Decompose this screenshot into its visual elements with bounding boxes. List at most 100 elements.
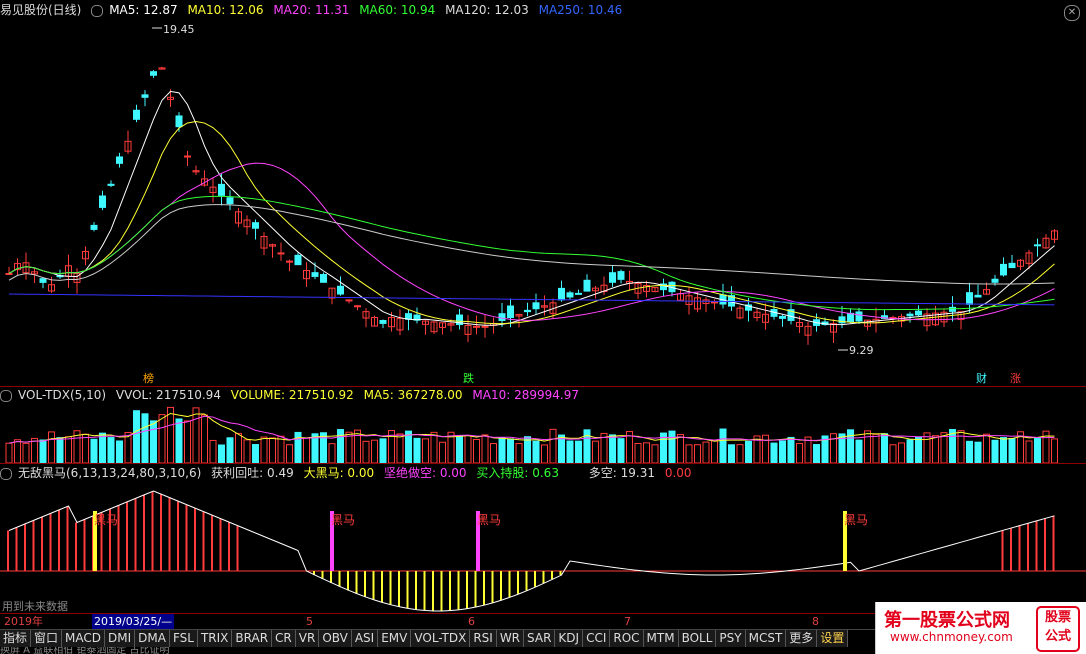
- candle-body: [218, 183, 225, 196]
- ma250-line: [8, 293, 1055, 306]
- tab-14[interactable]: RSI: [470, 630, 497, 647]
- profit-label: 获利回吐: 0.49: [211, 466, 294, 480]
- tab-13[interactable]: VOL-TDX: [411, 630, 471, 647]
- volume-bar: [991, 439, 999, 463]
- volume-bar: [532, 440, 540, 463]
- volume-bar: [813, 444, 820, 463]
- volume-bar: [966, 440, 973, 463]
- marker-bang: 榜: [143, 371, 154, 385]
- candle-body: [5, 272, 13, 275]
- volume-bar: [379, 438, 387, 463]
- tab-24[interactable]: 更多: [786, 630, 818, 647]
- vol-ma10-label: MA10: 289994.97: [472, 388, 579, 402]
- osc-line: [8, 490, 1055, 612]
- candle-body: [320, 274, 327, 283]
- candle-body: [354, 305, 361, 308]
- tab-20[interactable]: MTM: [643, 630, 679, 647]
- marker-cai: 财: [976, 371, 987, 385]
- volume-bar: [983, 433, 990, 463]
- candle-body: [1000, 263, 1007, 276]
- volume-bar: [575, 440, 582, 463]
- tab-11[interactable]: ASI: [351, 630, 379, 647]
- tab-16[interactable]: SAR: [524, 630, 556, 647]
- candle-body: [294, 254, 302, 266]
- volume-bar: [260, 436, 268, 463]
- volume-bar: [192, 407, 200, 463]
- volume-bar: [796, 443, 803, 463]
- volume-bar: [167, 406, 174, 463]
- volume-bar: [779, 440, 786, 463]
- volume-bar: [48, 431, 55, 463]
- low-price-label: 9.29: [849, 344, 874, 357]
- volume-bar: [294, 431, 302, 463]
- volume-bar: [422, 438, 429, 463]
- candle-body: [974, 294, 982, 298]
- volume-bar: [651, 444, 659, 463]
- tab-7[interactable]: BRAR: [232, 630, 273, 647]
- date-month-7: 7: [624, 615, 631, 628]
- tab-19[interactable]: ROC: [610, 630, 644, 647]
- volume-bar: [243, 439, 251, 463]
- candle-body: [1034, 244, 1041, 247]
- volume-bar: [158, 414, 166, 463]
- tab-15[interactable]: WR: [496, 630, 525, 647]
- tab-4[interactable]: DMA: [135, 630, 170, 647]
- tab-22[interactable]: PSY: [716, 630, 746, 647]
- volume-bar: [609, 434, 616, 463]
- tab-9[interactable]: VR: [295, 630, 320, 647]
- candle-body: [1008, 262, 1016, 269]
- candle-body: [575, 292, 582, 295]
- tab-3[interactable]: DMI: [105, 630, 136, 647]
- price-header: 易见股份(日线) MA5: 12.87 MA10: 12.06 MA20: 11…: [0, 2, 628, 18]
- ind-toggle-icon[interactable]: [0, 467, 12, 480]
- tab-0[interactable]: 指标: [0, 630, 32, 647]
- divider: [0, 463, 1086, 464]
- date-selected[interactable]: 2019/03/25/—: [92, 614, 175, 629]
- watermark-title: 第一股票公式网: [884, 610, 1010, 631]
- vol-toggle-icon[interactable]: [0, 389, 12, 402]
- volume-bar: [932, 435, 939, 463]
- ind-name: 无敌黑马(6,13,13,24,80,3,10,6): [18, 466, 202, 480]
- tab-18[interactable]: CCI: [583, 630, 611, 647]
- volume-bar: [685, 444, 693, 463]
- volume-bar: [184, 420, 191, 463]
- volume-bar: [31, 437, 38, 463]
- candle-body: [311, 272, 319, 277]
- tab-2[interactable]: MACD: [62, 630, 106, 647]
- candle-body: [473, 325, 480, 328]
- candle-body: [252, 222, 259, 229]
- tab-10[interactable]: OBV: [319, 630, 352, 647]
- volume-bar: [762, 434, 769, 463]
- tab-8[interactable]: CR: [272, 630, 296, 647]
- tab-21[interactable]: BOLL: [678, 630, 717, 647]
- tab-12[interactable]: EMV: [378, 630, 412, 647]
- candle-body: [617, 271, 625, 280]
- tab-17[interactable]: KDJ: [555, 630, 584, 647]
- watermark-url: www.chnmoney.com: [890, 630, 1013, 644]
- candle-body: [150, 71, 157, 76]
- candle-body: [609, 272, 616, 283]
- candle-body: [498, 313, 506, 321]
- indicator-chart[interactable]: 黑马 黑马 黑马 黑马: [0, 481, 1086, 613]
- tab-6[interactable]: TRIX: [197, 630, 233, 647]
- tab-23[interactable]: MCST: [745, 630, 787, 647]
- volume-bar: [711, 439, 718, 463]
- volume-chart[interactable]: [0, 403, 1086, 463]
- tab-25[interactable]: 设置: [817, 630, 849, 647]
- volume-bar: [175, 418, 183, 463]
- heima-label: 黑马: [94, 513, 118, 527]
- candle-body: [337, 285, 344, 295]
- tab-5[interactable]: FSL: [169, 630, 198, 647]
- stock-name[interactable]: 易见股份(日线): [0, 3, 81, 17]
- volume-bar: [371, 439, 378, 463]
- volume-bar: [90, 438, 98, 463]
- volume-bar: [677, 434, 684, 463]
- tab-1[interactable]: 窗口: [31, 630, 63, 647]
- ma-toggle-icon[interactable]: [91, 4, 104, 17]
- volume-bar: [940, 432, 948, 463]
- volume-bar: [328, 443, 336, 463]
- candle-body: [90, 224, 98, 230]
- price-chart[interactable]: 19.45 9.29 榜 跌 财 涨: [0, 18, 1086, 388]
- volume-bar: [770, 442, 778, 463]
- candle-body: [855, 311, 863, 322]
